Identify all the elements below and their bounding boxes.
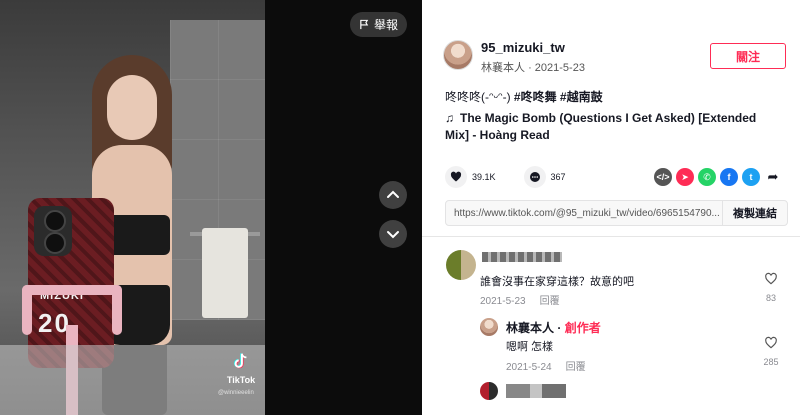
music-info[interactable]: ♫ The Magic Bomb (Questions I Get Asked) … xyxy=(445,110,775,144)
reply-author: 林襄本人 · 創作者 xyxy=(506,321,601,335)
divider xyxy=(422,236,800,237)
copy-link-button[interactable]: 複製連結 xyxy=(722,201,787,225)
author-meta: 林襄本人 · 2021-5-23 xyxy=(481,62,585,74)
commenter-name-redacted xyxy=(506,384,566,398)
twitter-icon[interactable]: t xyxy=(742,168,760,186)
tiktok-watermark: TikTok xyxy=(226,352,256,385)
creator-badge: 創作者 xyxy=(564,321,601,335)
heart-icon xyxy=(450,171,462,182)
follow-button[interactable]: 關注 xyxy=(710,43,786,69)
chevron-up-icon xyxy=(387,190,399,198)
send-icon[interactable]: ➤ xyxy=(676,168,694,186)
comment-button[interactable] xyxy=(523,166,546,188)
like-count: 39.1K xyxy=(472,172,496,182)
author-username[interactable]: 95_mizuki_tw xyxy=(481,40,565,55)
towel xyxy=(202,228,248,318)
reply-author-avatar[interactable] xyxy=(480,318,498,336)
previous-video-button[interactable] xyxy=(379,181,407,209)
reply-button[interactable]: 回覆 xyxy=(540,296,560,307)
flag-icon xyxy=(360,19,369,30)
video-caption: 咚咚咚(-ᵔᵕᵔ-) #咚咚舞 #越南鼓 xyxy=(445,88,603,105)
commenter-avatar[interactable] xyxy=(446,250,476,280)
author-avatar[interactable] xyxy=(443,40,473,70)
tiktok-brand-text: TikTok xyxy=(226,375,256,385)
reply-text: 嗯啊 怎樣 xyxy=(506,341,554,353)
caption-hashtags[interactable]: #咚咚舞 #越南鼓 xyxy=(514,90,603,104)
commenter-avatar[interactable] xyxy=(480,382,498,400)
share-arrow-icon[interactable]: ➦ xyxy=(764,168,782,186)
comment-text: 誰會沒事在家穿這樣？故意的吧 xyxy=(480,276,634,288)
facebook-icon[interactable]: f xyxy=(720,168,738,186)
reply-meta: 2021-5-24 回覆 xyxy=(506,358,586,373)
video-info-panel: 95_mizuki_tw 林襄本人 · 2021-5-23 關注 咚咚咚(-ᵔᵕ… xyxy=(422,0,800,415)
music-title: The Magic Bomb (Questions I Get Asked) [… xyxy=(445,111,757,142)
comment-date: 2021-5-23 xyxy=(480,296,526,307)
reply-like[interactable]: 285 xyxy=(759,336,783,367)
comment-like[interactable]: 83 xyxy=(759,272,783,303)
chevron-down-icon xyxy=(387,231,399,239)
tiktok-watermark-handle: @winnieeelin xyxy=(218,390,254,396)
phone-camera xyxy=(34,206,72,256)
embed-icon[interactable]: </> xyxy=(654,168,672,186)
comment-like-count: 83 xyxy=(765,293,776,303)
post-date: 2021-5-23 xyxy=(534,62,585,74)
video-url[interactable]: https://www.tiktok.com/@95_mizuki_tw/vid… xyxy=(446,208,722,219)
video-link-box: https://www.tiktok.com/@95_mizuki_tw/vid… xyxy=(445,200,788,226)
like-button[interactable] xyxy=(445,166,467,188)
author-display-name: 林襄本人 xyxy=(481,62,525,74)
video-player[interactable]: MIZUKI 20 舉報 TikTok @winnieeelin xyxy=(0,0,422,415)
report-label: 舉報 xyxy=(373,18,398,32)
heart-outline-icon xyxy=(765,272,777,285)
comment-count: 367 xyxy=(550,172,566,182)
tiktok-logo-icon xyxy=(233,353,247,369)
reply-like-count: 285 xyxy=(763,357,779,367)
next-video-button[interactable] xyxy=(379,220,407,248)
reply-date: 2021-5-24 xyxy=(506,362,552,373)
engagement-stats: 39.1K 367 xyxy=(445,166,566,188)
report-button[interactable]: 舉報 xyxy=(350,12,407,37)
heart-outline-icon xyxy=(765,336,777,349)
reply-button[interactable]: 回覆 xyxy=(566,362,586,373)
reply-author-name[interactable]: 林襄本人 xyxy=(506,321,554,335)
caption-text: 咚咚咚(-ᵔᵕᵔ-) xyxy=(445,90,514,104)
comment-icon xyxy=(529,172,540,182)
share-buttons: </> ➤ ✆ f t ➦ xyxy=(654,168,782,186)
music-note-icon: ♫ xyxy=(445,111,454,125)
commenter-name-redacted xyxy=(482,252,562,262)
comment-meta: 2021-5-23 回覆 xyxy=(480,292,560,307)
whatsapp-icon[interactable]: ✆ xyxy=(698,168,716,186)
